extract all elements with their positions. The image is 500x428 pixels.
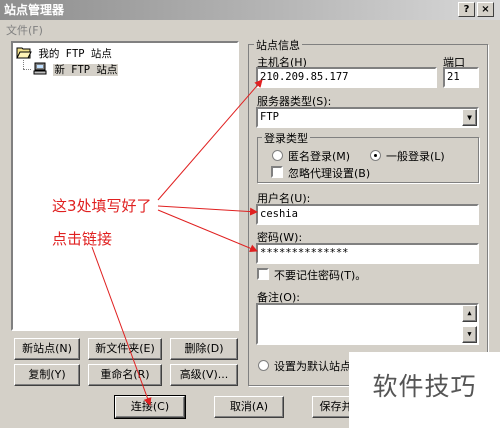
no-remember-password-checkbox[interactable] bbox=[257, 268, 269, 280]
ignore-proxy-checkbox[interactable] bbox=[271, 166, 283, 178]
notes-textarea[interactable]: ▲ ▼ bbox=[256, 303, 479, 345]
title-bar: 站点管理器 ? × bbox=[0, 0, 500, 20]
tree-child-item[interactable]: 新 FTP 站点 bbox=[33, 62, 119, 76]
delete-button[interactable]: 删除(D) bbox=[170, 338, 238, 360]
anonymous-radio[interactable] bbox=[272, 150, 283, 161]
normal-login-label[interactable]: 一般登录(L) bbox=[386, 148, 445, 164]
copy-button[interactable]: 复制(Y) bbox=[14, 364, 80, 386]
normal-login-radio[interactable] bbox=[370, 150, 381, 161]
site-tree[interactable]: 我的 FTP 站点 新 FTP 站点 bbox=[11, 41, 239, 331]
folder-open-icon bbox=[16, 47, 32, 59]
annotation-click-note: 点击链接 bbox=[52, 230, 113, 248]
port-input[interactable]: 21 bbox=[443, 67, 479, 88]
advanced-button[interactable]: 高级(V)... bbox=[170, 364, 238, 386]
tree-root-label: 我的 FTP 站点 bbox=[38, 48, 112, 60]
connect-button[interactable]: 连接(C) bbox=[114, 395, 186, 419]
ignore-proxy-label[interactable]: 忽略代理设置(B) bbox=[288, 165, 370, 181]
menu-file[interactable]: 文件(F) bbox=[6, 22, 43, 38]
password-input[interactable]: ************** bbox=[256, 243, 479, 264]
site-info-title: 站点信息 bbox=[254, 37, 302, 53]
login-type-title: 登录类型 bbox=[262, 130, 310, 146]
server-type-value: FTP bbox=[260, 111, 279, 123]
default-site-radio[interactable] bbox=[258, 360, 269, 371]
new-folder-button[interactable]: 新文件夹(E) bbox=[88, 338, 162, 360]
chevron-down-icon[interactable]: ▼ bbox=[462, 109, 477, 126]
watermark: 软件技巧 bbox=[349, 352, 500, 428]
window-title: 站点管理器 bbox=[4, 3, 65, 17]
new-site-button[interactable]: 新站点(N) bbox=[14, 338, 80, 360]
anonymous-label[interactable]: 匿名登录(M) bbox=[288, 148, 350, 164]
close-button[interactable]: × bbox=[477, 2, 494, 17]
default-site-label[interactable]: 设置为默认站点 bbox=[274, 358, 351, 374]
tree-root-item[interactable]: 我的 FTP 站点 bbox=[16, 46, 112, 60]
server-type-select[interactable]: FTP ▼ bbox=[256, 107, 479, 128]
scroll-up-icon[interactable]: ▲ bbox=[462, 305, 477, 322]
cancel-button[interactable]: 取消(A) bbox=[214, 396, 284, 418]
scroll-down-icon[interactable]: ▼ bbox=[462, 326, 477, 343]
rename-button[interactable]: 重命名(R) bbox=[88, 364, 162, 386]
no-remember-password-label[interactable]: 不要记住密码(T)。 bbox=[274, 267, 366, 283]
tree-child-label: 新 FTP 站点 bbox=[53, 64, 119, 76]
site-manager-window: 站点管理器 ? × 文件(F) 我的 FTP 站点 新 FTP 站点 新站点(N… bbox=[0, 0, 500, 428]
username-input[interactable]: ceshia bbox=[256, 204, 479, 225]
annotation-fill-note: 这3处填写好了 bbox=[52, 197, 152, 215]
computer-icon bbox=[33, 62, 47, 75]
help-button[interactable]: ? bbox=[458, 2, 475, 17]
host-input[interactable]: 210.209.85.177 bbox=[256, 67, 437, 88]
